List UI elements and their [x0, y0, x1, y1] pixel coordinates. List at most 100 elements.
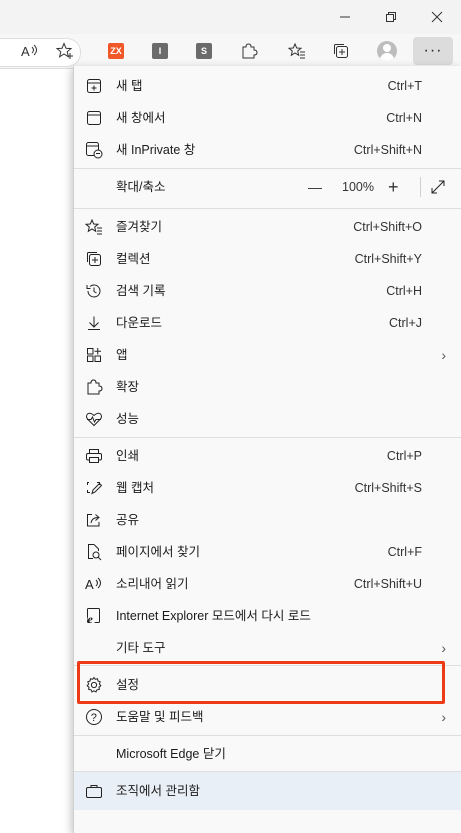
inprivate-icon	[84, 140, 104, 160]
menu-label: 소리내어 읽기	[116, 577, 189, 591]
shortcut-label: Ctrl+H	[386, 284, 422, 298]
shortcut-label: Ctrl+N	[386, 111, 422, 125]
extensions-puzzle-icon	[84, 377, 104, 397]
menu-item-share[interactable]: 공유	[74, 504, 461, 536]
menu-label: 성능	[116, 412, 140, 426]
ie-mode-icon: e	[84, 606, 104, 626]
zoom-in-button[interactable]: +	[388, 171, 399, 203]
divider	[74, 735, 461, 736]
menu-label: 다운로드	[116, 316, 163, 330]
restore-icon[interactable]	[368, 0, 414, 34]
zoom-out-button[interactable]: —	[308, 171, 322, 203]
shortcut-label: Ctrl+J	[389, 316, 422, 330]
menu-item-zoom: 확대/축소 — 100% +	[74, 171, 461, 203]
menu-item-new-window[interactable]: 새 창에서 Ctrl+N	[74, 102, 461, 134]
read-aloud-icon[interactable]: A	[17, 39, 43, 63]
menu-label: Microsoft Edge 닫기	[116, 747, 226, 761]
help-icon: ?	[84, 707, 104, 727]
shortcut-label: Ctrl+Shift+S	[354, 481, 422, 495]
chevron-right-icon: ›	[441, 640, 446, 656]
svg-text:?: ?	[91, 712, 97, 724]
briefcase-icon	[84, 781, 104, 801]
menu-item-new-inprivate[interactable]: 새 InPrivate 창 Ctrl+Shift+N	[74, 134, 461, 166]
menu-item-close-edge[interactable]: Microsoft Edge 닫기	[74, 738, 461, 770]
settings-and-more-button[interactable]: ···	[413, 37, 453, 65]
find-on-page-icon	[84, 542, 104, 562]
zoom-value: 100%	[342, 180, 374, 194]
svg-text:e: e	[88, 612, 94, 625]
extension-icon-zx[interactable]: ZX	[103, 39, 129, 63]
menu-label: 새 InPrivate 창	[116, 143, 196, 157]
browser-toolbar: A ZX I S ···	[0, 34, 461, 69]
settings-highlight-box	[77, 661, 445, 704]
menu-label: 공유	[116, 513, 140, 527]
profile-avatar[interactable]	[374, 39, 400, 63]
divider	[74, 168, 461, 169]
menu-item-managed-by-org[interactable]: 조직에서 관리함	[74, 772, 461, 810]
settings-and-more-menu: 새 탭 Ctrl+T 새 창에서 Ctrl+N 새 InPrivate 창 Ct…	[73, 66, 461, 833]
collections-icon[interactable]	[328, 39, 354, 63]
divider	[420, 177, 421, 197]
favorites-icon	[84, 217, 104, 237]
shortcut-label: Ctrl+Shift+Y	[354, 252, 422, 266]
menu-item-apps[interactable]: 앱 ›	[74, 339, 461, 371]
new-tab-icon	[84, 76, 104, 96]
menu-item-new-tab[interactable]: 새 탭 Ctrl+T	[74, 70, 461, 102]
collections-icon	[84, 249, 104, 269]
menu-label: 기타 도구	[116, 641, 166, 655]
shortcut-label: Ctrl+Shift+N	[353, 143, 422, 157]
menu-label: 확대/축소	[116, 180, 166, 194]
svg-text:A: A	[21, 44, 30, 59]
shortcut-label: Ctrl+Shift+O	[353, 220, 422, 234]
menu-label: Internet Explorer 모드에서 다시 로드	[116, 609, 311, 623]
minimize-icon[interactable]	[322, 0, 368, 34]
add-favorite-icon[interactable]	[52, 39, 78, 63]
menu-label: 웹 캡처	[116, 481, 154, 495]
menu-label: 즐겨찾기	[116, 220, 163, 234]
apps-icon	[84, 345, 104, 365]
chevron-right-icon: ›	[441, 709, 446, 725]
share-icon	[84, 510, 104, 530]
menu-label: 새 창에서	[116, 111, 166, 125]
shortcut-label: Ctrl+F	[387, 545, 422, 559]
favorites-icon[interactable]	[284, 39, 310, 63]
menu-item-help-feedback[interactable]: ? 도움말 및 피드백 ›	[74, 701, 461, 733]
fullscreen-icon[interactable]	[430, 179, 446, 195]
menu-item-performance[interactable]: 성능	[74, 403, 461, 435]
menu-item-print[interactable]: 인쇄 Ctrl+P	[74, 440, 461, 472]
menu-item-collections[interactable]: 컬렉션 Ctrl+Shift+Y	[74, 243, 461, 275]
menu-label: 앱	[116, 348, 128, 362]
menu-item-history[interactable]: 검색 기록 Ctrl+H	[74, 275, 461, 307]
menu-label: 검색 기록	[116, 284, 166, 298]
print-icon	[84, 446, 104, 466]
avatar	[377, 41, 397, 61]
menu-item-favorites[interactable]: 즐겨찾기 Ctrl+Shift+O	[74, 211, 461, 243]
shortcut-label: Ctrl+T	[387, 79, 422, 93]
new-window-icon	[84, 108, 104, 128]
menu-item-downloads[interactable]: 다운로드 Ctrl+J	[74, 307, 461, 339]
read-aloud-icon: A	[84, 574, 104, 594]
extension-icon-s[interactable]: S	[191, 39, 217, 63]
svg-text:A: A	[85, 577, 94, 592]
shortcut-label: Ctrl+P	[386, 449, 422, 463]
web-capture-icon	[84, 478, 104, 498]
menu-label: 도움말 및 피드백	[116, 710, 204, 724]
menu-label: 페이지에서 찾기	[116, 545, 200, 559]
extension-icon-i[interactable]: I	[147, 39, 173, 63]
menu-label: 확장	[116, 380, 140, 394]
menu-item-ie-mode[interactable]: e Internet Explorer 모드에서 다시 로드	[74, 600, 461, 632]
divider	[74, 208, 461, 209]
history-icon	[84, 281, 104, 301]
menu-item-web-capture[interactable]: 웹 캡처 Ctrl+Shift+S	[74, 472, 461, 504]
menu-label: 인쇄	[116, 449, 140, 463]
close-icon[interactable]	[414, 0, 460, 34]
extensions-puzzle-icon[interactable]	[236, 39, 262, 63]
menu-label: 새 탭	[116, 79, 143, 93]
menu-item-more-tools[interactable]: 기타 도구 ›	[74, 632, 461, 664]
chevron-right-icon: ›	[441, 347, 446, 363]
menu-label: 컬렉션	[116, 252, 151, 266]
menu-item-extensions[interactable]: 확장	[74, 371, 461, 403]
divider	[74, 437, 461, 438]
menu-item-find-on-page[interactable]: 페이지에서 찾기 Ctrl+F	[74, 536, 461, 568]
menu-item-read-aloud[interactable]: A 소리내어 읽기 Ctrl+Shift+U	[74, 568, 461, 600]
